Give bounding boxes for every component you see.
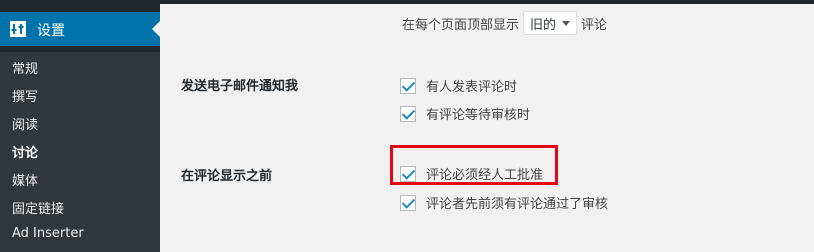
email-me-label: 发送电子邮件通知我 [181,79,299,94]
submenu-item-ad-inserter[interactable]: Ad Inserter [12,226,84,241]
checkbox-checked-icon[interactable] [400,77,416,94]
caret-down-icon [562,20,571,26]
settings-icon [10,21,26,37]
option-anyone-posts-comment[interactable]: 有人发表评论时 [400,76,517,95]
submenu-item-general[interactable]: 常规 [12,58,38,77]
sidebar-item-settings[interactable]: 设置 [0,12,160,46]
comment-order-suffix: 评论 [581,17,608,33]
option-previously-approved[interactable]: 评论者先前须有评论通过了审核 [400,193,608,212]
comment-order-select[interactable]: 旧的 [523,11,578,35]
option-label: 有人发表评论时 [426,80,518,95]
submenu-item-discussion[interactable]: 讨论 [12,142,38,161]
submenu-item-writing[interactable]: 撰写 [12,86,38,105]
checkbox-checked-icon[interactable] [400,194,416,211]
option-comment-held-moderation[interactable]: 有评论等待审核时 [400,104,530,123]
highlight-box [390,145,558,185]
sidebar-item-label: 设置 [37,23,65,39]
comment-order-setting: 在每个页面顶部显示 旧的 评论 [402,10,607,36]
submenu-item-media[interactable]: 媒体 [12,170,38,189]
settings-submenu: 常规 撰写 阅读 讨论 媒体 固定链接 Ad Inserter [0,52,160,252]
checkbox-checked-icon[interactable] [400,105,416,122]
comment-order-select-value: 旧的 [530,17,557,33]
comment-order-prefix: 在每个页面顶部显示 [402,17,520,33]
submenu-item-reading[interactable]: 阅读 [12,114,38,133]
option-label: 有评论等待审核时 [426,108,531,123]
option-label: 评论者先前须有评论通过了审核 [426,197,609,212]
submenu-item-permalinks[interactable]: 固定链接 [12,198,64,217]
admin-sidebar: 设置 常规 撰写 阅读 讨论 媒体 固定链接 Ad Inserter [0,4,160,252]
current-menu-arrow [152,21,160,37]
before-appears-label: 在评论显示之前 [181,169,273,184]
